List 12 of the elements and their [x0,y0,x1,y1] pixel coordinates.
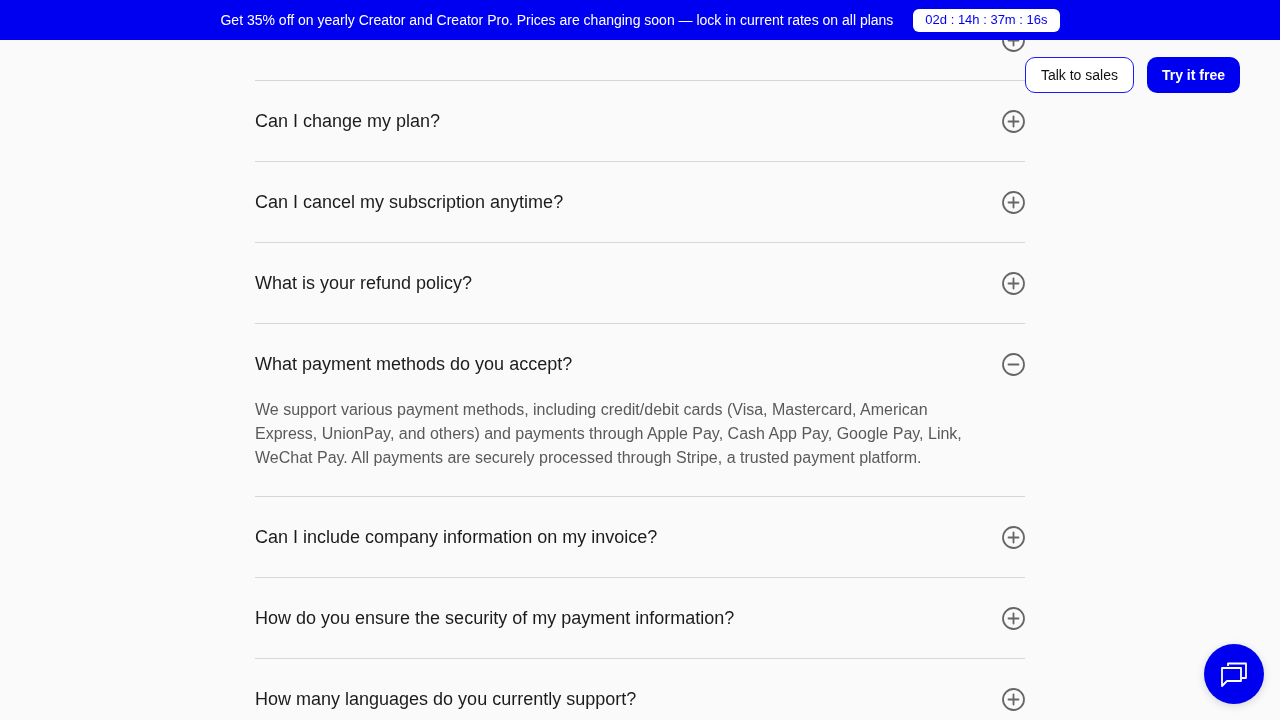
faq-question[interactable]: How do you ensure the security of my payment information? [255,578,1025,658]
promo-text: Get 35% off on yearly Creator and Creator Pro. Prices are changing soon — lock in current rates on all plans [220,10,894,30]
chat-button[interactable] [1204,644,1264,704]
faq-question[interactable]: What is your refund policy? [255,243,1025,323]
try-free-button[interactable]: Try it free [1146,57,1240,93]
faq-question[interactable]: Can I include company information on my invoice? [255,497,1025,577]
faq-question[interactable]: How many languages do you currently support? [255,659,1025,720]
talk-to-sales-button[interactable]: Talk to sales [1024,57,1134,93]
countdown-timer: 02d : 14h : 37m : 16s [913,8,1060,32]
faq-question[interactable]: Can I change my plan? [255,81,1025,161]
faq-question[interactable]: Can I cancel my subscription anytime? [255,162,1025,242]
chat-bubbles-icon [1220,661,1248,687]
